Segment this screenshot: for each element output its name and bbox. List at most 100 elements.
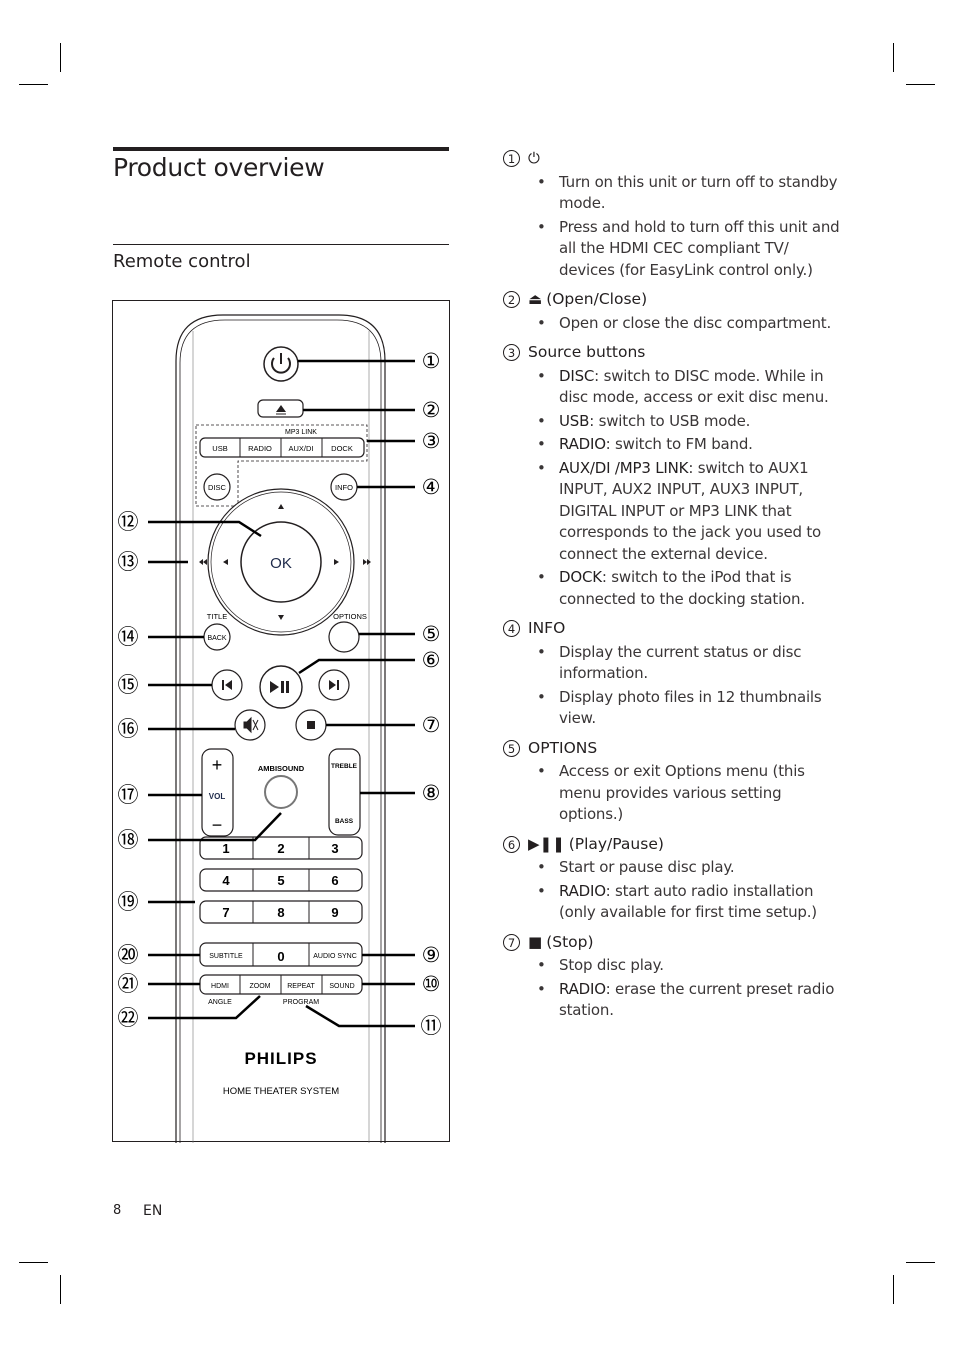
options-button[interactable]: [328, 621, 360, 653]
digit-2-button[interactable]: 2: [277, 841, 284, 856]
callout-number: 6: [503, 835, 520, 853]
section-title: Remote control: [113, 251, 251, 272]
callout-number: ⑯: [118, 717, 139, 741]
back-button-label: BACK: [207, 635, 226, 642]
list-item: USB: switch to USB mode.: [537, 411, 843, 433]
callout-number: ⑩: [422, 972, 441, 996]
callout-number: ①: [422, 349, 441, 373]
callout-number: 7: [503, 933, 520, 951]
item-text: Start or pause disc play.: [559, 858, 735, 876]
hdmi-button[interactable]: HDMI: [211, 983, 229, 990]
list-item: DISC: switch to DISC mode. While in disc…: [537, 366, 843, 409]
language-code: EN: [143, 1203, 163, 1219]
title-rule: [113, 147, 449, 151]
item-text: : switch to DISC mode. While in disc mod…: [559, 366, 829, 407]
ambisound-button[interactable]: [264, 775, 298, 809]
stop-icon: ■: [528, 932, 543, 951]
callout-number: ⑫: [118, 510, 139, 534]
digit-1-button[interactable]: 1: [222, 841, 229, 856]
number-keypad: 1 2 3 4 5 6 7 8 9: [199, 836, 363, 924]
digit-6-button[interactable]: 6: [331, 873, 338, 888]
remote-control-figure: MP3 LINK USB RADIO AUX/DI DOCK DISC INFO…: [112, 300, 450, 1143]
callout-number: 4: [503, 620, 520, 638]
section-heading: 6 ▶❚❚ (Play/Pause): [503, 834, 843, 856]
callout-number: ㉑: [118, 972, 139, 996]
list-item: Display the current status or disc infor…: [537, 642, 843, 685]
list-item: Start or pause disc play.: [537, 857, 843, 879]
keyword: USB: [559, 411, 590, 430]
item-text: Open or close the disc compartment.: [559, 313, 832, 332]
callout-number: 5: [503, 739, 520, 757]
digit-4-button[interactable]: 4: [222, 873, 230, 888]
keyword: DOCK: [559, 568, 602, 586]
digit-7-button[interactable]: 7: [222, 905, 229, 920]
callout-number: 3: [503, 344, 520, 362]
crop-mark: [60, 43, 61, 72]
section-heading: 2 ⏏ (Open/Close): [503, 289, 843, 311]
keyword: RADIO: [559, 881, 606, 900]
keyword: AUX/DI /MP3 LINK: [559, 458, 689, 477]
section-heading: 5 OPTIONS: [503, 738, 843, 760]
callout-number: ⑥: [422, 648, 441, 672]
ambisound-label: AMBISOUND: [258, 764, 305, 773]
callout-number: ⑨: [422, 943, 441, 967]
callout-number: ③: [422, 429, 441, 453]
callout-number: ⑳: [118, 943, 139, 967]
rewind-icon: [199, 559, 207, 565]
ok-button-label: OK: [270, 555, 292, 572]
callout-number: ⑦: [422, 713, 441, 737]
bass-button[interactable]: BASS: [335, 818, 354, 825]
item-text: Turn on this unit or turn off to standby…: [559, 172, 838, 213]
treble-button[interactable]: TREBLE: [331, 763, 358, 770]
eject-button[interactable]: [257, 399, 304, 418]
callout-number: ②: [422, 398, 441, 422]
volume-down-button[interactable]: −: [212, 815, 223, 835]
callout-number: ⑰: [118, 783, 139, 807]
options-label: OPTIONS: [333, 612, 367, 621]
repeat-button[interactable]: REPEAT: [287, 983, 315, 990]
sound-button[interactable]: SOUND: [329, 983, 354, 990]
subtitle-button[interactable]: SUBTITLE: [209, 953, 243, 960]
digit-5-button[interactable]: 5: [277, 873, 284, 888]
volume-up-button[interactable]: +: [212, 755, 223, 775]
dock-button[interactable]: DOCK: [331, 444, 353, 453]
page-title: Product overview: [113, 153, 325, 182]
list-item: DOCK: switch to the iPod that is connect…: [537, 567, 843, 610]
list-item: AUX/DI /MP3 LINK: switch to AUX1 INPUT, …: [537, 458, 843, 566]
callouts-right: ① ② ③ ④ ⑤⑥ ⑦ ⑧ ⑨ ⑩ ⑪: [421, 349, 442, 1038]
crop-mark: [893, 43, 894, 72]
list-item: Open or close the disc compartment.: [537, 313, 843, 335]
power-button[interactable]: [263, 346, 299, 382]
zoom-button[interactable]: ZOOM: [250, 983, 271, 990]
radio-button[interactable]: RADIO: [248, 444, 272, 453]
fast-forward-icon: [363, 559, 371, 565]
keyword: DISC: [559, 366, 595, 385]
list-item: RADIO: start auto radio installation (on…: [537, 881, 843, 924]
digit-3-button[interactable]: 3: [331, 841, 338, 856]
section-heading: 7 ■ (Stop): [503, 932, 843, 954]
callout-number: ⑮: [118, 673, 139, 697]
aux-di-button[interactable]: AUX/DI: [288, 444, 313, 453]
crop-mark: [19, 84, 48, 85]
callout-number: 2: [503, 291, 520, 309]
bullet-list: Display the current status or disc infor…: [503, 642, 843, 730]
title-label: TITLE: [207, 612, 227, 621]
model-text: HOME THEATER SYSTEM: [223, 1086, 339, 1097]
program-label: PROGRAM: [283, 999, 319, 1006]
callout-number: ⑲: [118, 890, 139, 914]
section-label: (Stop): [546, 932, 594, 951]
item-text: Display photo files in 12 thumbnails vie…: [559, 687, 822, 728]
callout-number: ⑱: [118, 828, 139, 852]
digit-9-button[interactable]: 9: [331, 905, 338, 920]
bullet-list: Open or close the disc compartment.: [503, 313, 843, 335]
brand-logo: PHILIPS: [244, 1049, 317, 1068]
digit-8-button[interactable]: 8: [277, 905, 284, 920]
section-heading: 3 Source buttons: [503, 342, 843, 364]
audio-sync-button[interactable]: AUDIO SYNC: [313, 953, 357, 960]
subtitle-rule: [113, 244, 449, 245]
usb-button[interactable]: USB: [212, 444, 227, 453]
digit-0-button[interactable]: 0: [277, 949, 284, 964]
bullet-list: DISC: switch to DISC mode. While in disc…: [503, 366, 843, 611]
item-text: Display the current status or disc infor…: [559, 642, 802, 683]
callout-number: ㉒: [118, 1006, 139, 1030]
